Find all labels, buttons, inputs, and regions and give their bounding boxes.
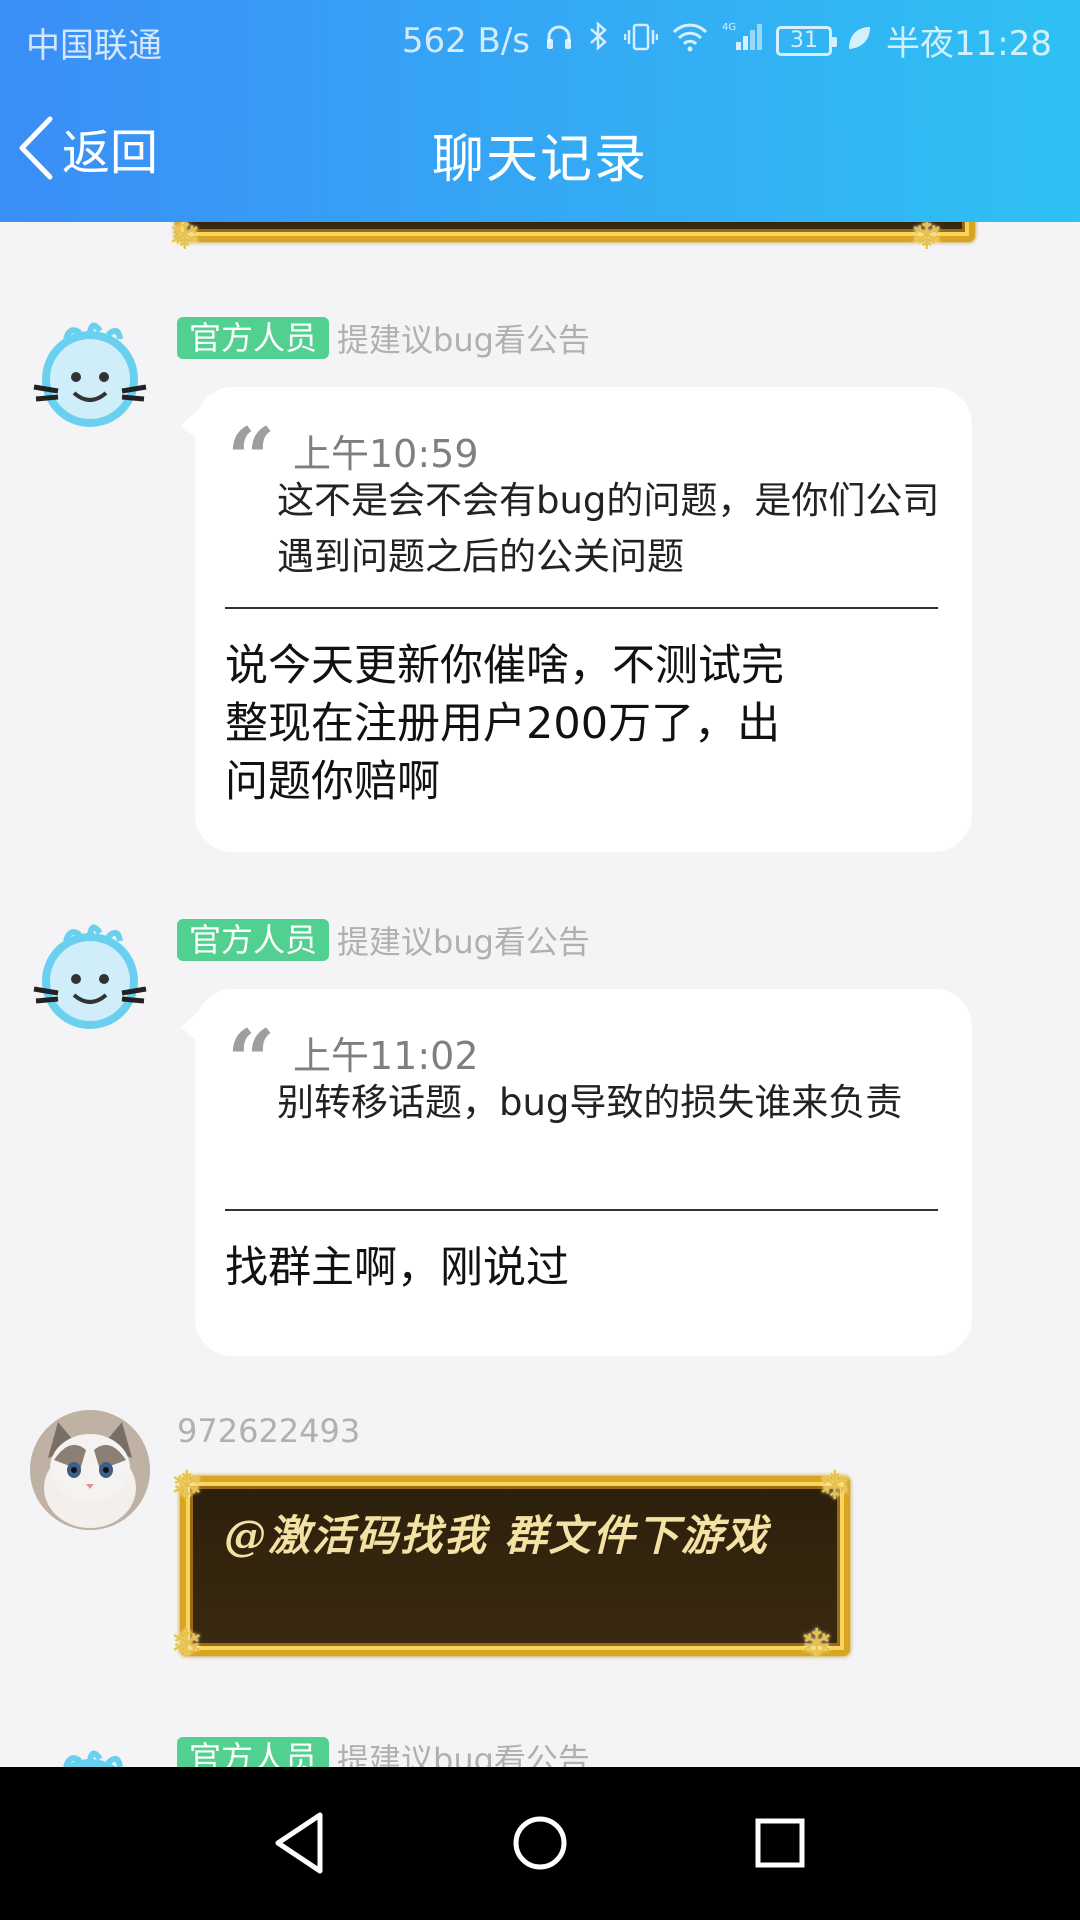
page-title: 聊天记录 [431, 130, 648, 190]
quoted-text: 别转移话题，bug导致的损失谁来负责 [277, 1081, 903, 1124]
message-meta: 官方人员 提建议bug看公告 [177, 317, 590, 359]
battery-icon: 31 [776, 25, 838, 56]
avatar[interactable] [30, 317, 150, 437]
message-bubble[interactable]: “ 上午11:02 别转移话题，bug导致的损失谁来负责 找群主啊，刚说过 [181, 989, 972, 1356]
status-icons: 562 B/s 4G 31 半夜11:28 [402, 16, 1052, 65]
nav-recents-icon[interactable] [742, 1805, 818, 1881]
snowflake-icon: ❄ [910, 222, 944, 259]
avatar[interactable] [30, 1745, 150, 1767]
status-bar: 中国联通 562 B/s 4G 31 半夜11:28 [0, 0, 1080, 75]
quote-divider [225, 607, 938, 609]
carrier-label: 中国联通 [26, 26, 162, 66]
role-badge: 官方人员 [177, 919, 330, 961]
sender-nickname[interactable]: 972622493 [177, 1412, 360, 1450]
navbar: 返回 聊天记录 [0, 75, 1080, 222]
snowflake-icon: ❄ [170, 1621, 204, 1667]
wifi-icon [672, 21, 708, 61]
banner-image[interactable]: @激活码找我 群文件下游戏 [180, 1476, 850, 1656]
quote-timestamp: 上午11:02 [293, 1034, 479, 1078]
snowflake-icon: ❄ [818, 1463, 852, 1509]
quote-icon: “ [227, 1011, 276, 1110]
avatar[interactable] [30, 919, 150, 1039]
quote-divider [225, 1209, 938, 1211]
vibrate-icon [623, 21, 659, 61]
sender-nickname[interactable]: 提建议bug看公告 [337, 917, 590, 963]
nav-home-icon[interactable] [502, 1805, 578, 1881]
quote-icon: “ [227, 409, 276, 508]
quote-timestamp: 上午10:59 [293, 432, 479, 476]
snowflake-icon: ❄ [800, 1621, 834, 1667]
bluetooth-icon [588, 20, 610, 61]
chat-content[interactable]: ❄ ❄ 官方人员 提建议bug看公告 “ 上午10:59 这不是会不会有bug的… [0, 222, 1080, 1767]
role-badge: 官方人员 [177, 317, 330, 359]
sender-nickname[interactable]: 提建议bug看公告 [337, 315, 590, 361]
headphone-icon [544, 21, 574, 61]
svg-text:4G: 4G [722, 22, 736, 33]
leaf-icon [846, 21, 872, 61]
message-meta: 官方人员 提建议bug看公告 [177, 1737, 590, 1767]
system-nav-bar [0, 1767, 1080, 1920]
nav-back-icon[interactable] [262, 1805, 338, 1881]
avatar[interactable] [30, 1410, 150, 1530]
header: 中国联通 562 B/s 4G 31 半夜11:28 返回 聊天记录 [0, 0, 1080, 222]
snowflake-icon: ❄ [170, 1463, 204, 1509]
banner-text: @激活码找我 群文件下游戏 [224, 1511, 769, 1560]
network-speed: 562 B/s [401, 20, 531, 61]
snowflake-icon: ❄ [168, 222, 202, 259]
message-bubble[interactable]: “ 上午10:59 这不是会不会有bug的问题，是你们公司遇到问题之后的公关问题… [181, 387, 972, 852]
message-meta: 972622493 [177, 1410, 360, 1452]
message-meta: 官方人员 提建议bug看公告 [177, 919, 590, 961]
sender-nickname[interactable]: 提建议bug看公告 [337, 1735, 590, 1767]
clock: 半夜11:28 [886, 24, 1052, 64]
signal-icon: 4G [722, 20, 763, 61]
reply-text: 说今天更新你催啥，不测试完整现在注册用户200万了，出问题你赔啊 [225, 641, 784, 807]
banner-image-partial [175, 222, 975, 242]
quoted-text: 这不是会不会有bug的问题，是你们公司遇到问题之后的公关问题 [277, 479, 940, 578]
role-badge: 官方人员 [177, 1737, 330, 1767]
reply-text: 找群主啊，刚说过 [225, 1243, 569, 1293]
